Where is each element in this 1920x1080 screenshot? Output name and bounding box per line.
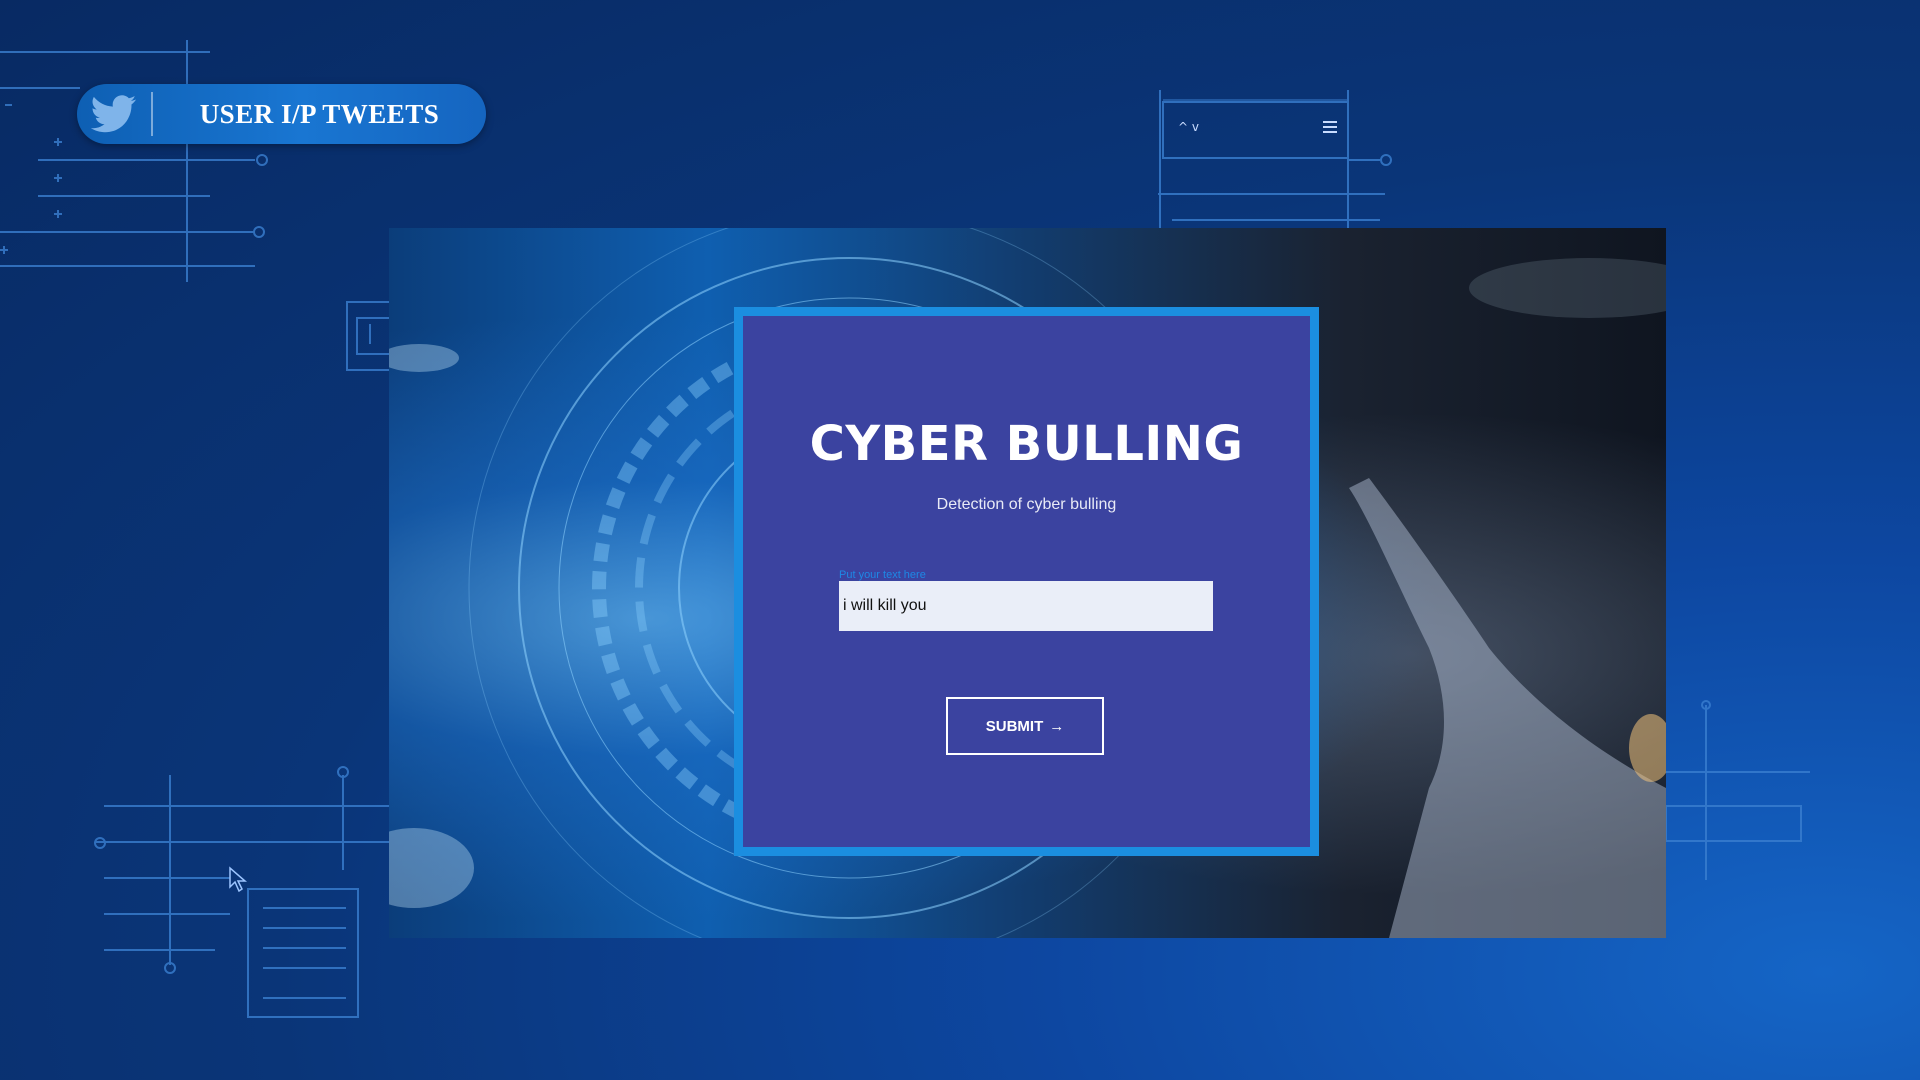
hamburger-icon	[1323, 121, 1337, 133]
card-title: CYBER BULLING	[809, 416, 1244, 472]
text-input[interactable]	[839, 581, 1213, 631]
input-label: Put your text here	[839, 569, 926, 581]
hero-panel: CYBER BULLING Detection of cyber bulling…	[389, 228, 1666, 938]
card-subtitle: Detection of cyber bulling	[936, 496, 1117, 513]
twitter-bird-icon	[77, 84, 151, 144]
submit-label: SUBMIT	[985, 717, 1044, 735]
arrows-glyph: ^ v	[1178, 120, 1199, 134]
arrow-right-icon: →	[1049, 717, 1065, 735]
header-pill: USER I/P TWEETS	[77, 84, 486, 144]
submit-button[interactable]: SUBMIT →	[946, 697, 1104, 755]
header-title: USER I/P TWEETS	[199, 98, 440, 129]
cyber-bulling-card: CYBER BULLING Detection of cyber bulling…	[734, 307, 1319, 856]
